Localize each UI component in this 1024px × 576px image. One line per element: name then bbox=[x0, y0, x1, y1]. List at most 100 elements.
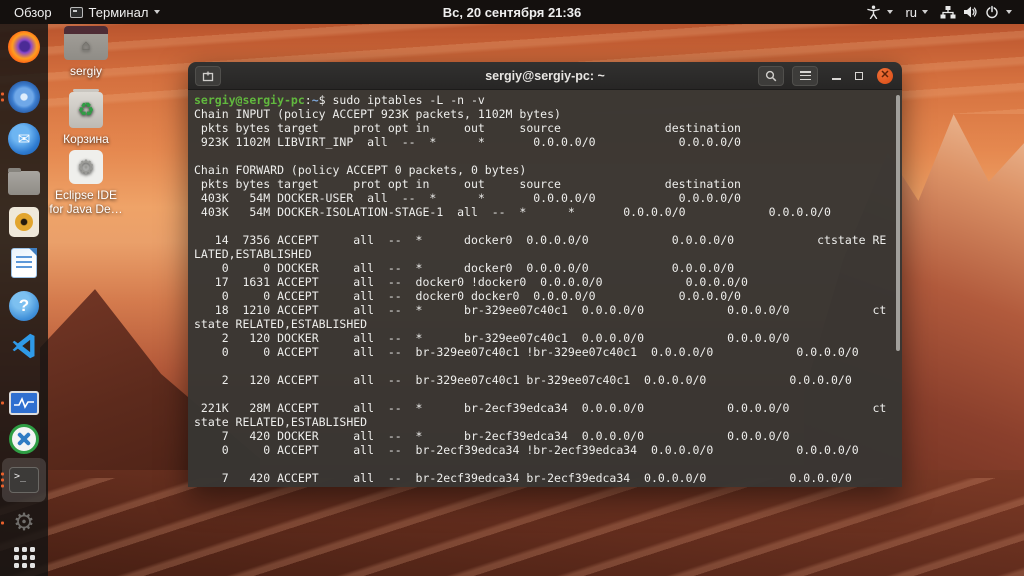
terminal-line: 7 420 DOCKER all -- * br-2ecf39edca34 0.… bbox=[194, 429, 790, 443]
desktop-icon-eclipse[interactable]: ⚙ Eclipse IDE for Java De… bbox=[48, 150, 124, 216]
dock-item-vscode[interactable] bbox=[7, 329, 41, 363]
terminal-line: 0 0 ACCEPT all -- br-2ecf39edca34 !br-2e… bbox=[194, 443, 859, 457]
terminal-line: pkts bytes target prot opt in out source… bbox=[194, 177, 741, 191]
terminal-scrollbar[interactable] bbox=[896, 95, 900, 351]
power-icon bbox=[986, 5, 998, 19]
terminal-line: 403K 54M DOCKER-ISOLATION-STAGE-1 all --… bbox=[194, 205, 831, 219]
close-icon: ✕ bbox=[880, 69, 890, 81]
terminal-line: 18 1210 ACCEPT all -- * br-329ee07c40c1 … bbox=[194, 303, 887, 317]
minimize-button[interactable] bbox=[832, 77, 841, 80]
terminal-line: LATED,ESTABLISHED bbox=[194, 247, 312, 261]
terminal-line: pkts bytes target prot opt in out source… bbox=[194, 121, 741, 135]
envelope-icon: ✉ bbox=[17, 131, 31, 148]
dock-item-help[interactable]: ? bbox=[7, 289, 41, 323]
dock: ✉ ? >_ ⚙ bbox=[0, 24, 48, 576]
prompt-command: $ sudo iptables -L -n -v bbox=[318, 93, 485, 107]
writer-icon bbox=[11, 248, 37, 278]
top-bar: Обзор Терминал Вс, 20 сентября 21:36 ru bbox=[0, 0, 1024, 24]
prompt-line: sergiy@sergiy-pc:~$ sudo iptables -L -n … bbox=[194, 93, 894, 107]
running-indicator bbox=[1, 521, 4, 525]
running-indicator bbox=[1, 472, 4, 488]
terminal-line: 2 120 DOCKER all -- * br-329ee07c40c1 0.… bbox=[194, 331, 790, 345]
vscode-icon bbox=[12, 333, 35, 359]
terminal-line: Chain INPUT (policy ACCEPT 923K packets,… bbox=[194, 107, 561, 121]
terminal-icon: >_ bbox=[9, 467, 39, 493]
desktop-icon-trash[interactable]: ♻ Корзина bbox=[48, 89, 124, 146]
terminal-mini-icon bbox=[69, 6, 83, 18]
window-titlebar[interactable]: sergiy@sergiy-pc: ~ ✕ bbox=[188, 62, 902, 90]
eclipse-label-1: Eclipse IDE bbox=[54, 188, 118, 202]
dock-item-libreoffice-writer[interactable] bbox=[7, 246, 41, 280]
home-folder-label: sergiy bbox=[69, 64, 102, 78]
terminal-line: 0 0 DOCKER all -- * docker0 0.0.0.0/0 0.… bbox=[194, 261, 735, 275]
eclipse-label-2: for Java De… bbox=[49, 202, 123, 216]
running-indicator bbox=[1, 401, 4, 405]
prompt-user-host: sergiy@sergiy-pc bbox=[194, 93, 305, 107]
terminal-content[interactable]: sergiy@sergiy-pc:~$ sudo iptables -L -n … bbox=[188, 90, 902, 487]
dock-item-thunderbird[interactable]: ✉ bbox=[7, 122, 41, 156]
dock-item-firefox[interactable] bbox=[7, 30, 41, 64]
app-menu-button[interactable]: Терминал bbox=[69, 4, 161, 20]
terminal-line: 221K 28M ACCEPT all -- * br-2ecf39edca34… bbox=[194, 401, 887, 415]
terminal-line: 403K 54M DOCKER-USER all -- * * 0.0.0.0/… bbox=[194, 191, 741, 205]
terminal-line: state RELATED,ESTABLISHED bbox=[194, 317, 368, 331]
thunderbird-icon: ✉ bbox=[8, 123, 40, 155]
show-applications-button[interactable] bbox=[7, 540, 41, 574]
trash-label: Корзина bbox=[63, 132, 109, 146]
activities-button[interactable]: Обзор bbox=[10, 5, 56, 20]
dock-item-system-monitor[interactable] bbox=[1, 386, 41, 420]
search-icon bbox=[765, 70, 777, 81]
new-tab-icon bbox=[202, 71, 213, 81]
accessibility-menu[interactable] bbox=[867, 5, 894, 19]
window-menu-button[interactable] bbox=[792, 65, 818, 86]
help-icon: ? bbox=[9, 291, 39, 321]
hamburger-icon bbox=[799, 71, 811, 80]
terminal-line: 923K 1102M LIBVIRT_INP all -- * * 0.0.0.… bbox=[194, 135, 741, 149]
home-icon: ⌂ bbox=[81, 37, 91, 54]
dock-item-rhythmbox[interactable] bbox=[7, 205, 41, 239]
volume-icon bbox=[964, 6, 977, 18]
running-indicator bbox=[1, 92, 4, 102]
firefox-icon bbox=[8, 31, 40, 63]
dock-item-chromium[interactable] bbox=[1, 80, 41, 114]
chevron-down-icon bbox=[922, 10, 928, 14]
terminal-window: sergiy@sergiy-pc: ~ ✕ sergiy@sergiy-pc:~… bbox=[188, 62, 902, 487]
snow-streaks bbox=[0, 478, 1024, 576]
search-button[interactable] bbox=[758, 65, 784, 86]
chevron-down-icon bbox=[887, 10, 894, 14]
maximize-button[interactable] bbox=[855, 71, 863, 80]
chevron-down-icon bbox=[154, 10, 161, 14]
home-folder-icon: ⌂ bbox=[64, 26, 108, 60]
terminal-line: Chain FORWARD (policy ACCEPT 0 packets, … bbox=[194, 163, 527, 177]
eclipse-icon: ⚙ bbox=[69, 150, 103, 184]
keyboard-layout-label: ru bbox=[905, 4, 917, 20]
dock-item-terminal[interactable]: >_ bbox=[1, 463, 41, 497]
system-menu[interactable] bbox=[940, 5, 1012, 19]
terminal-line: state RELATED,ESTABLISHED bbox=[194, 415, 368, 429]
new-tab-button[interactable] bbox=[195, 65, 221, 86]
gear-icon: ⚙ bbox=[13, 509, 35, 536]
desktop-icon-home[interactable]: ⌂ sergiy bbox=[48, 26, 124, 78]
rhythmbox-icon bbox=[9, 207, 39, 237]
terminal-line: 7 420 ACCEPT all -- br-2ecf39edca34 br-2… bbox=[194, 471, 852, 485]
dock-item-remote-viewer[interactable] bbox=[7, 422, 41, 456]
prompt-separator: : bbox=[304, 93, 312, 107]
trash-icon: ♻ bbox=[69, 89, 103, 128]
folder-icon bbox=[8, 168, 40, 195]
terminal-line: 17 1631 ACCEPT all -- docker0 !docker0 0… bbox=[194, 275, 748, 289]
recycle-icon: ♻ bbox=[77, 99, 95, 121]
system-monitor-icon bbox=[9, 391, 39, 415]
dock-item-settings[interactable]: ⚙ bbox=[1, 506, 41, 540]
terminal-line: 2 120 ACCEPT all -- br-329ee07c40c1 br-3… bbox=[194, 373, 852, 387]
chevron-down-icon bbox=[1006, 10, 1012, 14]
app-menu-label: Терминал bbox=[88, 4, 149, 20]
keyboard-layout-menu[interactable]: ru bbox=[905, 5, 928, 20]
accessibility-icon bbox=[867, 5, 881, 19]
dock-item-files[interactable] bbox=[7, 166, 41, 200]
prompt-path: ~ bbox=[311, 93, 319, 107]
close-button[interactable]: ✕ bbox=[877, 67, 893, 84]
